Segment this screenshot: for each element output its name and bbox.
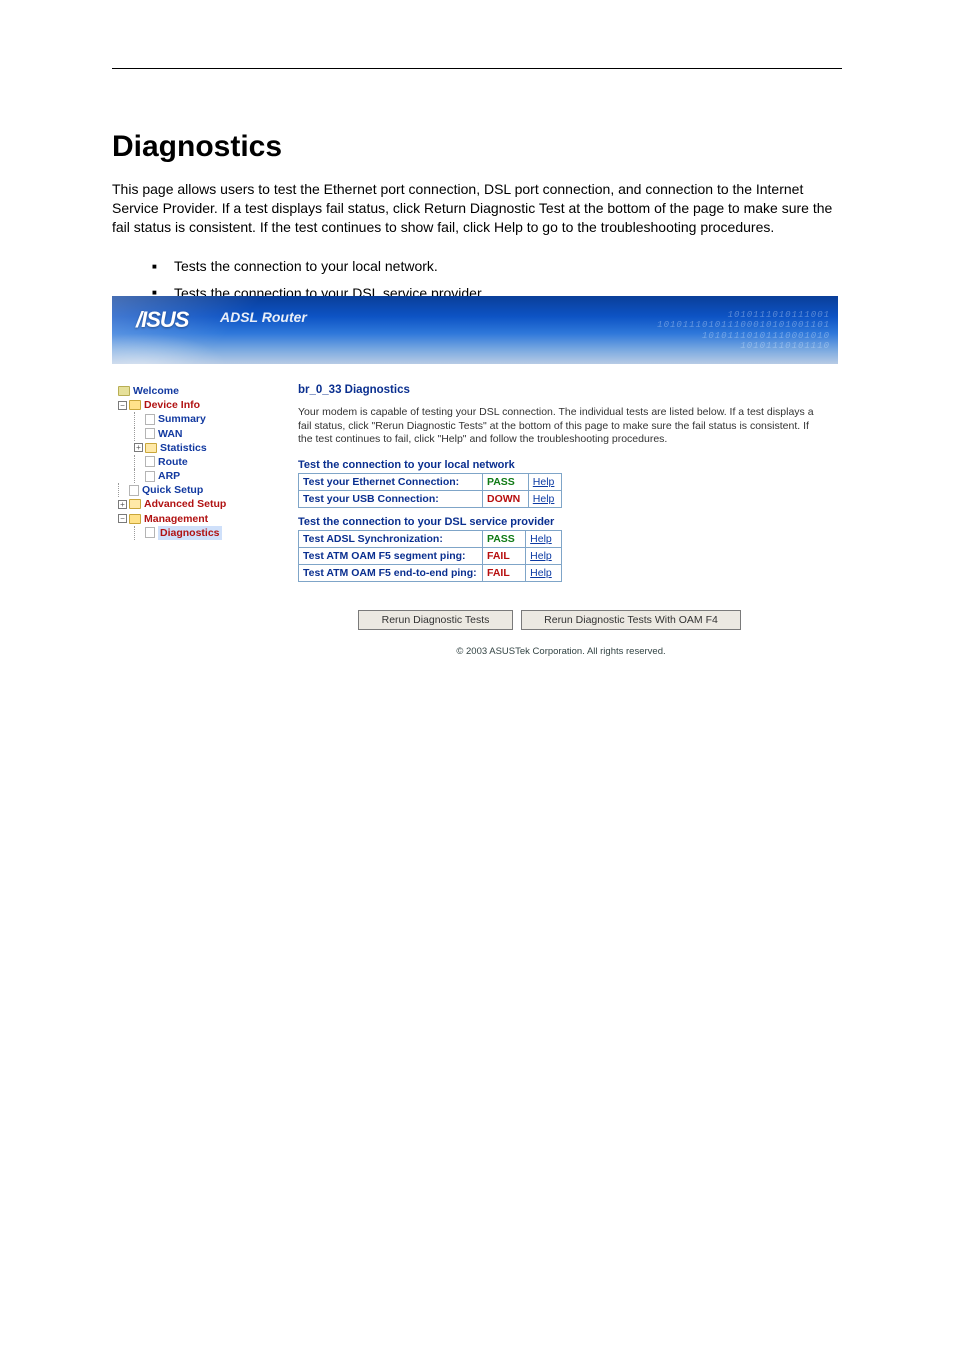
nav-item-statistics[interactable]: Statistics [160, 441, 207, 455]
rerun-button[interactable]: Rerun Diagnostic Tests [358, 610, 513, 630]
nav-item-diagnostics[interactable]: Diagnostics [158, 526, 222, 540]
banner-binary-decor: 1010111010111001 10101110101110001010100… [657, 310, 830, 351]
nav-item-management[interactable]: Management [144, 512, 208, 526]
nav-item-device-info[interactable]: Device Info [144, 398, 200, 412]
tree-line [134, 526, 145, 540]
help-link[interactable]: Help [530, 550, 552, 562]
tree-line [134, 469, 145, 483]
test-status: PASS [483, 473, 529, 490]
binary-line: 10101110101110001010 [657, 331, 830, 341]
expand-icon[interactable]: + [134, 443, 143, 452]
help-link[interactable]: Help [533, 476, 555, 488]
table-row: Test ATM OAM F5 segment ping: FAIL Help [299, 547, 562, 564]
tree-line [134, 455, 145, 469]
intro-block: This page allows users to test the Ether… [112, 180, 842, 310]
help-link[interactable]: Help [533, 493, 555, 505]
test-status: FAIL [483, 547, 526, 564]
copyright-text: © 2003 ASUSTek Corporation. All rights r… [298, 646, 824, 657]
page-icon [145, 527, 155, 538]
binary-line: 101011101011100010101001101 [657, 320, 830, 330]
test-name: Test ATM OAM F5 end-to-end ping: [299, 564, 483, 581]
nav-tree: Welcome − Device Info Summary WAN + Stat [112, 384, 298, 657]
nav-item-route[interactable]: Route [158, 455, 188, 469]
nav-item-arp[interactable]: ARP [158, 469, 180, 483]
table-row: Test your USB Connection: DOWN Help [299, 490, 562, 507]
rerun-oam-button[interactable]: Rerun Diagnostic Tests With OAM F4 [521, 610, 741, 630]
tree-line [118, 483, 129, 497]
folder-icon [129, 499, 141, 509]
content-area: br_0_33 Diagnostics Your modem is capabl… [298, 384, 838, 657]
expand-icon[interactable]: + [118, 500, 127, 509]
banner: /ISUS ADSL Router 1010111010111001 10101… [112, 296, 838, 364]
page-rule [112, 68, 842, 69]
table-row: Test ADSL Synchronization: PASS Help [299, 530, 562, 547]
test-name: Test your USB Connection: [299, 490, 483, 507]
intro-text: This page allows users to test the Ether… [112, 180, 842, 237]
tree-line [134, 412, 145, 426]
test-name: Test your Ethernet Connection: [299, 473, 483, 490]
dsl-test-table: Test ADSL Synchronization: PASS Help Tes… [298, 530, 562, 582]
page-title: Diagnostics [112, 130, 282, 164]
local-test-heading: Test the connection to your local networ… [298, 459, 824, 471]
brand-subtitle: ADSL Router [220, 309, 307, 325]
bullet-item: Tests the connection to your local netwo… [152, 257, 842, 276]
nav-item-wan[interactable]: WAN [158, 427, 183, 441]
help-link[interactable]: Help [530, 567, 552, 579]
content-description: Your modem is capable of testing your DS… [298, 406, 824, 447]
button-row: Rerun Diagnostic Tests Rerun Diagnostic … [298, 610, 824, 630]
test-status: PASS [483, 530, 526, 547]
local-test-table: Test your Ethernet Connection: PASS Help… [298, 473, 562, 508]
tree-line [134, 427, 145, 441]
binary-line: 10101110101110 [657, 341, 830, 351]
nav-item-advanced-setup[interactable]: Advanced Setup [144, 497, 226, 511]
brand-logo: /ISUS [136, 307, 188, 333]
test-name: Test ADSL Synchronization: [299, 530, 483, 547]
content-title: br_0_33 Diagnostics [298, 384, 824, 396]
table-row: Test your Ethernet Connection: PASS Help [299, 473, 562, 490]
folder-open-icon [129, 400, 141, 410]
router-admin-panel: /ISUS ADSL Router 1010111010111001 10101… [112, 296, 838, 686]
page-icon [129, 485, 139, 496]
nav-item-summary[interactable]: Summary [158, 412, 206, 426]
test-name: Test ATM OAM F5 segment ping: [299, 547, 483, 564]
nav-item-quick-setup[interactable]: Quick Setup [142, 483, 203, 497]
page-icon [145, 456, 155, 467]
page-icon [145, 414, 155, 425]
folder-open-icon [129, 514, 141, 524]
panel-body: Welcome − Device Info Summary WAN + Stat [112, 364, 838, 657]
table-row: Test ATM OAM F5 end-to-end ping: FAIL He… [299, 564, 562, 581]
nav-item-welcome[interactable]: Welcome [118, 384, 298, 398]
page-icon [145, 471, 155, 482]
desktop-icon [118, 386, 130, 396]
test-status: DOWN [483, 490, 529, 507]
binary-line: 1010111010111001 [657, 310, 830, 320]
page-icon [145, 428, 155, 439]
help-link[interactable]: Help [530, 533, 552, 545]
collapse-icon[interactable]: − [118, 514, 127, 523]
nav-label: Welcome [133, 384, 179, 398]
collapse-icon[interactable]: − [118, 401, 127, 410]
dsl-test-heading: Test the connection to your DSL service … [298, 516, 824, 528]
folder-icon [145, 443, 157, 453]
test-status: FAIL [483, 564, 526, 581]
